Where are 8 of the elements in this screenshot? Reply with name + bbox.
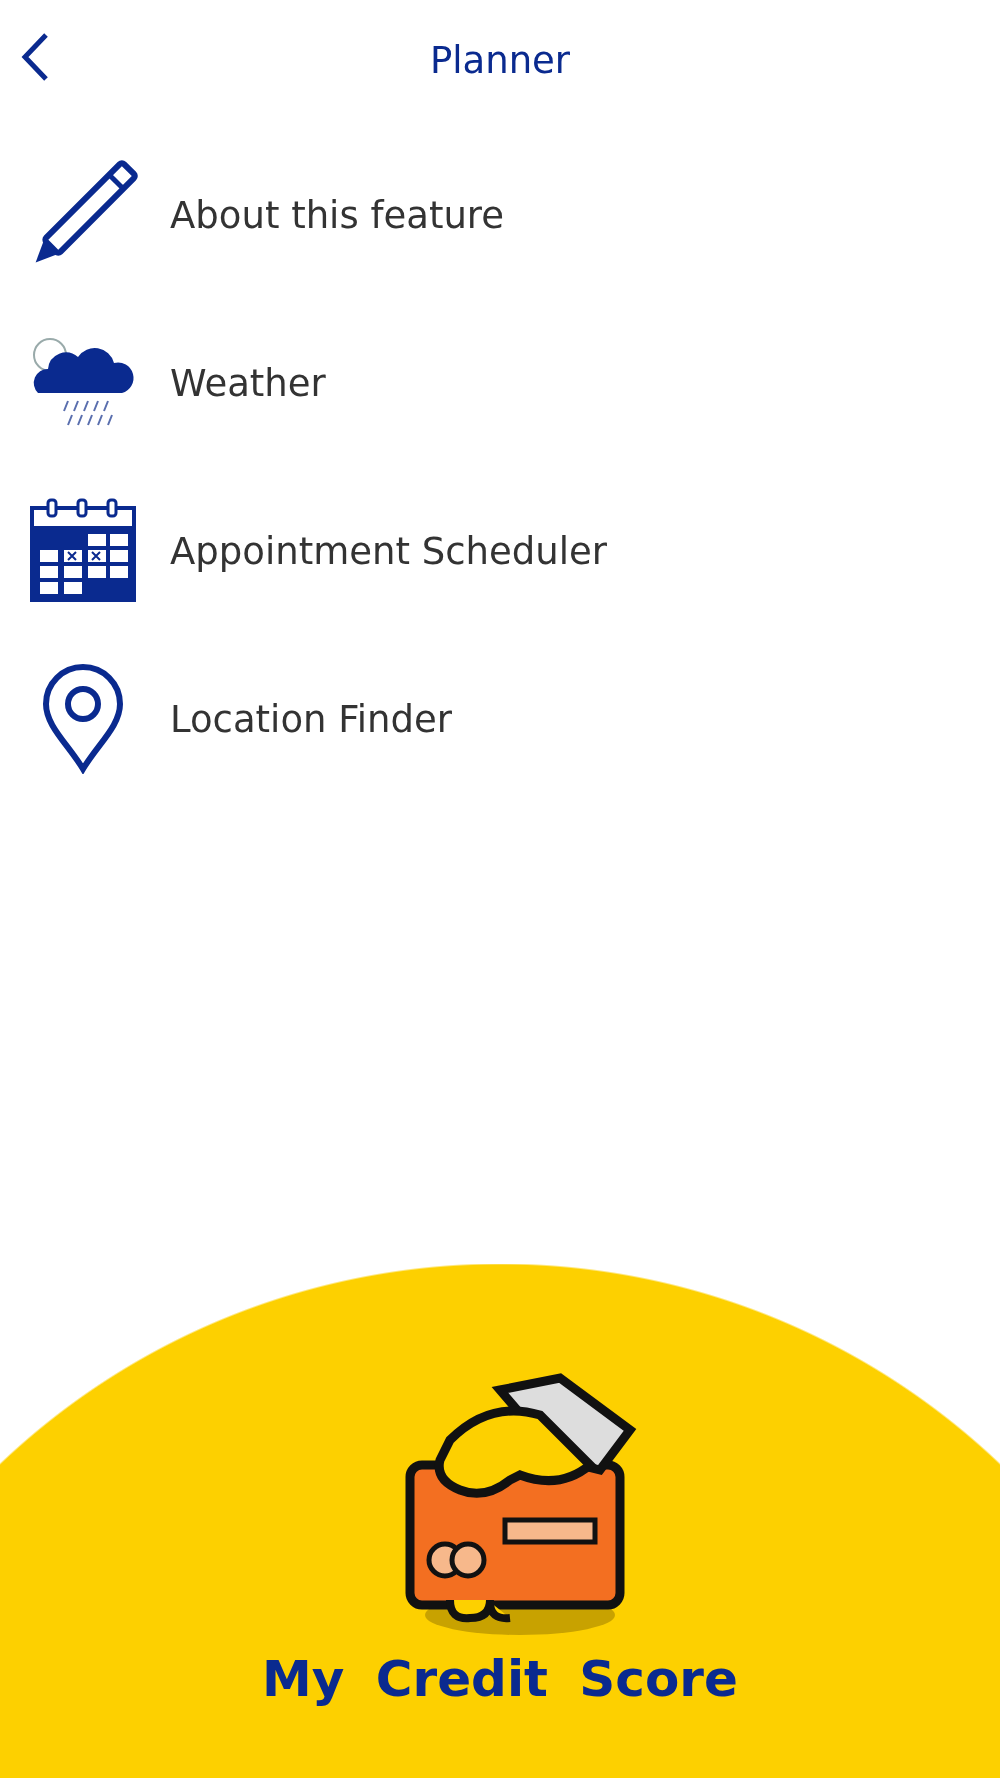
credit-score-panel[interactable]: My Credit Score	[0, 1264, 1000, 1778]
screen-title: Planner	[429, 38, 571, 82]
menu-item[interactable]: Weather	[28, 328, 1000, 438]
menu-item[interactable]: Location Finder	[28, 664, 1000, 774]
menu-item[interactable]: Appointment Scheduler	[28, 496, 1000, 606]
back-icon[interactable]	[20, 32, 50, 82]
menu-item[interactable]: About this feature	[28, 160, 1000, 270]
credit-score-label: My Credit Score	[262, 1650, 738, 1708]
